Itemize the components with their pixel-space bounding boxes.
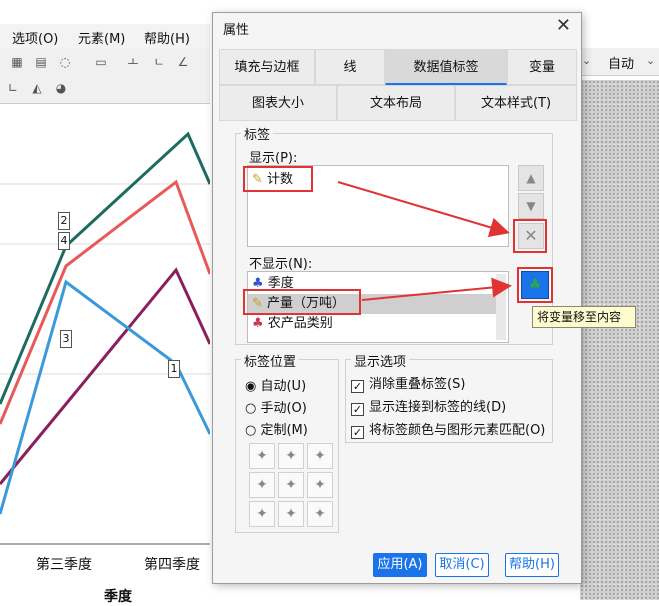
data-label[interactable]: 2 [58, 212, 70, 230]
ruler-icon: ✎ [252, 296, 263, 311]
tab-fill-border[interactable]: 填充与边框 [219, 49, 315, 85]
remove-icon[interactable]: ✕ [518, 223, 544, 249]
line-chart [0, 131, 210, 545]
size-dropdown[interactable]: 自动 [608, 53, 634, 72]
check-icon: ✓ [351, 426, 364, 439]
tab-data-labels[interactable]: 数据值标签 [385, 49, 507, 85]
data-label[interactable]: 4 [58, 232, 70, 250]
chevron-down-icon[interactable]: ⌄ [646, 54, 655, 67]
list-item[interactable]: ✎ 计数 [252, 170, 293, 190]
pos-left-icon[interactable]: ✦ [249, 472, 275, 498]
cancel-button[interactable]: 取消(C) [435, 553, 489, 577]
tab-text-style[interactable]: 文本样式(T) [455, 85, 577, 121]
tab-chart-size[interactable]: 图表大小 [219, 85, 337, 121]
pos-right-icon[interactable]: ✦ [307, 472, 333, 498]
right-toolbar: ⌄ 自动 ⌄ [580, 48, 659, 76]
radio-auto[interactable]: ◉ 自动(U) [245, 375, 306, 394]
hide-label: 不显示(N): [249, 257, 313, 272]
pos-top-icon[interactable]: ✦ [278, 443, 304, 469]
variable-icon: ♣ [252, 276, 264, 291]
hidden-list[interactable]: ♣ 季度 ✎ 产量（万吨） ♣ 农产品类别 [247, 271, 509, 343]
pos-top-left-icon[interactable]: ✦ [249, 443, 275, 469]
tab-text-layout[interactable]: 文本布局 [337, 85, 455, 121]
radio-off-icon: ○ [245, 423, 257, 438]
area-chart-icon[interactable]: ◭ [28, 80, 46, 96]
canvas-background [580, 80, 659, 600]
radio-manual[interactable]: ○ 手动(O) [245, 397, 307, 416]
x-tick-label: 第四季度 [144, 557, 200, 573]
comment-icon[interactable]: ▭ [92, 54, 110, 70]
label-position-title: 标签位置 [241, 351, 300, 370]
menu-elements[interactable]: 元素(M) [78, 28, 125, 47]
series-line[interactable] [0, 179, 210, 425]
x-axis-title: 季度 [104, 589, 132, 605]
list-item-selected[interactable]: ✎ 产量（万吨） [248, 294, 498, 314]
variable-icon: ♣ [252, 316, 264, 331]
list-item[interactable]: ♣ 农产品类别 [252, 314, 333, 334]
properties-dialog: 属性 ✕ 填充与边框 线 数据值标签 变量 图表大小 文本布局 文本样式(T) … [212, 12, 582, 584]
labels-group-title: 标签 [241, 124, 274, 143]
scrollbar[interactable] [496, 274, 506, 340]
axis-y-icon[interactable]: ㄴ [150, 54, 168, 70]
radio-off-icon: ○ [245, 401, 257, 416]
lasso-icon[interactable]: ◌ [56, 54, 74, 70]
list-item[interactable]: ♣ 季度 [252, 274, 294, 294]
chart-canvas: 2 4 3 1 第三季度 第四季度 季度 [0, 104, 210, 605]
ruler-icon: ✎ [252, 172, 263, 187]
display-label: 显示(P): [249, 151, 298, 166]
display-list[interactable]: ✎ 计数 [247, 165, 509, 247]
pie-icon[interactable]: ◕ [52, 80, 70, 96]
menu-options[interactable]: 选项(O) [12, 28, 58, 47]
pos-bottom-right-icon[interactable]: ✦ [307, 501, 333, 527]
menu-bar: 选项(O) 元素(M) 帮助(H) [0, 24, 210, 48]
checkbox-show-lines[interactable]: ✓ 显示连接到标签的线(D) [351, 396, 506, 416]
check-icon: ✓ [351, 380, 364, 393]
move-to-content-icon[interactable]: ♣ [521, 271, 549, 299]
data-label[interactable]: 1 [168, 360, 180, 378]
series-line[interactable] [0, 279, 210, 515]
axis-angle-icon[interactable]: ∠ [174, 54, 192, 70]
chevron-down-icon[interactable]: ⌄ [582, 54, 591, 67]
radio-on-icon: ◉ [245, 379, 257, 394]
checkbox-eliminate-overlap[interactable]: ✓ 消除重叠标签(S) [351, 373, 465, 393]
check-icon: ✓ [351, 403, 364, 416]
axis-x-icon[interactable]: ㅗ [124, 54, 142, 70]
position-grid: ✦ ✦ ✦ ✦ ✦ ✦ ✦ ✦ ✦ [249, 443, 335, 529]
chart-type-icon[interactable]: ▦ [8, 54, 26, 70]
pos-bottom-left-icon[interactable]: ✦ [249, 501, 275, 527]
grid-icon[interactable]: ▤ [32, 54, 50, 70]
toolbar: ▦ ▤ ◌ ▭ ㅗ ㄴ ∠ ∟ ◭ ◕ [0, 48, 210, 104]
data-label[interactable]: 3 [60, 330, 72, 348]
dialog-title: 属性 [223, 23, 250, 38]
radio-custom[interactable]: ○ 定制(M) [245, 419, 308, 438]
x-tick-label: 第三季度 [36, 557, 92, 573]
display-options-title: 显示选项 [351, 351, 410, 370]
apply-button[interactable]: 应用(A) [373, 553, 427, 577]
pos-bottom-icon[interactable]: ✦ [278, 501, 304, 527]
tab-line[interactable]: 线 [315, 49, 385, 85]
tab-variables[interactable]: 变量 [507, 49, 577, 85]
pos-center-icon[interactable]: ✦ [278, 472, 304, 498]
pos-top-right-icon[interactable]: ✦ [307, 443, 333, 469]
checkbox-match-color[interactable]: ✓ 将标签颜色与图形元素匹配(O) [351, 419, 545, 439]
menu-help[interactable]: 帮助(H) [144, 28, 190, 47]
line-icon[interactable]: ∟ [4, 80, 22, 96]
tooltip: 将变量移至内容 [532, 306, 636, 328]
move-down-icon[interactable]: ▼ [518, 193, 544, 219]
help-button[interactable]: 帮助(H) [505, 553, 559, 577]
move-up-icon[interactable]: ▲ [518, 165, 544, 191]
close-icon[interactable]: ✕ [556, 15, 571, 36]
